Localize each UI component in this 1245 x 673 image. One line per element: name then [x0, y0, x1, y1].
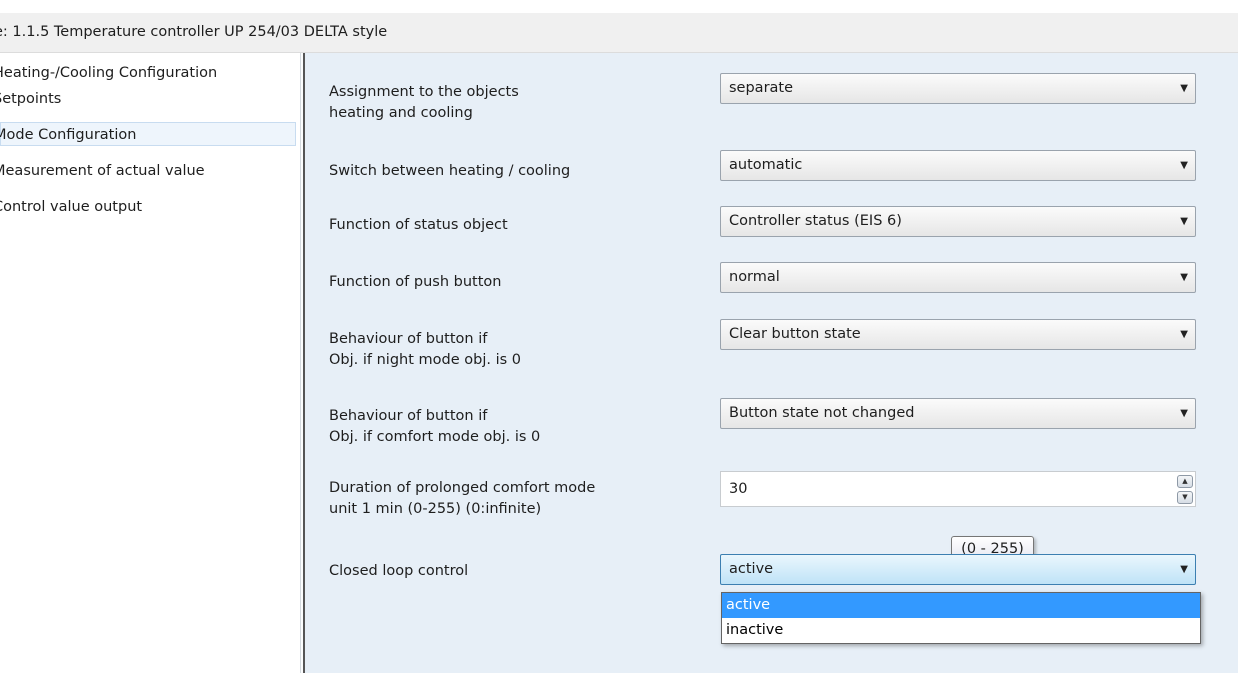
- chevron-down-icon: ▼: [1180, 83, 1188, 94]
- status-object-label: Function of status object: [329, 217, 508, 233]
- switch-mode-dropdown[interactable]: automatic ▼: [720, 150, 1196, 181]
- assignment-dropdown[interactable]: separate ▼: [720, 73, 1196, 104]
- night-behaviour-dropdown[interactable]: Clear button state ▼: [720, 319, 1196, 350]
- closed-loop-value: active: [729, 561, 774, 577]
- nav-item-mode-configuration[interactable]: Mode Configuration: [0, 122, 296, 146]
- duration-label: Duration of prolonged comfort mode unit …: [329, 480, 596, 517]
- assignment-value: separate: [729, 80, 794, 96]
- chevron-down-icon: ▼: [1180, 329, 1188, 340]
- comfort-behaviour-value: Button state not changed: [729, 405, 915, 421]
- assignment-label: Assignment to the objects heating and co…: [329, 84, 519, 121]
- chevron-down-icon: ▼: [1180, 216, 1188, 227]
- closed-loop-dropdown[interactable]: active ▼: [720, 554, 1196, 585]
- push-button-value: normal: [729, 269, 780, 285]
- status-object-dropdown[interactable]: Controller status (EIS 6) ▼: [720, 206, 1196, 237]
- night-behaviour-value: Clear button state: [729, 326, 861, 342]
- spin-up-icon[interactable]: ▲: [1177, 475, 1193, 488]
- parameter-tree: Heating-/Cooling Configuration Setpoints…: [0, 53, 300, 673]
- chevron-down-icon: ▼: [1180, 272, 1188, 283]
- switch-mode-value: automatic: [729, 157, 803, 173]
- chevron-down-icon: ▼: [1180, 160, 1188, 171]
- chevron-down-icon: ▼: [1180, 564, 1188, 575]
- closed-loop-label: Closed loop control: [329, 563, 469, 579]
- duration-spinner[interactable]: 30 ▲ ▼: [720, 471, 1196, 507]
- duration-value[interactable]: 30: [729, 481, 747, 497]
- window-title-bar: e: 1.1.5 Temperature controller UP 254/0…: [0, 13, 1238, 53]
- chevron-down-icon: ▼: [1180, 408, 1188, 419]
- nav-item-heating-cooling-configuration[interactable]: Heating-/Cooling Configuration: [0, 61, 296, 85]
- window-title: e: 1.1.5 Temperature controller UP 254/0…: [0, 24, 388, 40]
- night-behaviour-label: Behaviour of button if Obj. if night mod…: [329, 331, 521, 368]
- nav-item-control-value-output[interactable]: Control value output: [0, 195, 296, 219]
- switch-mode-label: Switch between heating / cooling: [329, 163, 571, 179]
- comfort-behaviour-dropdown[interactable]: Button state not changed ▼: [720, 398, 1196, 429]
- status-object-value: Controller status (EIS 6): [729, 213, 902, 229]
- option-inactive[interactable]: inactive: [722, 618, 1200, 643]
- closed-loop-options-list: active inactive: [721, 592, 1201, 644]
- spin-down-icon[interactable]: ▼: [1177, 491, 1193, 504]
- nav-item-setpoints[interactable]: Setpoints: [0, 87, 296, 111]
- nav-item-measurement-of-actual-value[interactable]: Measurement of actual value: [0, 159, 296, 183]
- push-button-label: Function of push button: [329, 274, 502, 290]
- push-button-dropdown[interactable]: normal ▼: [720, 262, 1196, 293]
- option-active[interactable]: active: [722, 593, 1200, 618]
- panel-splitter[interactable]: [300, 53, 305, 673]
- window-body: Heating-/Cooling Configuration Setpoints…: [0, 53, 1238, 673]
- comfort-behaviour-label: Behaviour of button if Obj. if comfort m…: [329, 408, 541, 445]
